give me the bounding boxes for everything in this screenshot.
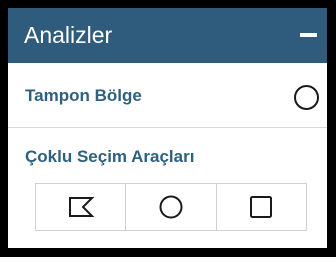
circle-select-icon xyxy=(159,195,183,219)
multi-select-toolbar xyxy=(35,183,307,231)
polygon-select-button[interactable] xyxy=(36,184,127,230)
circle-select-button[interactable] xyxy=(126,184,217,230)
window-frame: Analizler Tampon Bölge Çoklu Seçim Araçl… xyxy=(0,0,336,257)
rectangle-select-button[interactable] xyxy=(216,184,306,230)
minus-icon xyxy=(300,33,317,37)
panel-title: Analizler xyxy=(24,22,113,48)
panel-header: Analizler xyxy=(8,8,327,63)
buffer-zone-toggle[interactable] xyxy=(294,85,319,110)
analysis-panel: Analizler Tampon Bölge Çoklu Seçim Araçl… xyxy=(8,8,327,248)
buffer-zone-label: Tampon Bölge xyxy=(25,86,142,105)
rectangle-select-icon xyxy=(250,196,273,218)
multi-select-tools-label: Çoklu Seçim Araçları xyxy=(25,147,195,166)
collapse-button[interactable] xyxy=(297,24,319,46)
circle-toggle-icon xyxy=(294,85,319,110)
buffer-zone-row: Tampon Bölge xyxy=(8,64,327,128)
polygon-select-icon xyxy=(68,197,95,217)
